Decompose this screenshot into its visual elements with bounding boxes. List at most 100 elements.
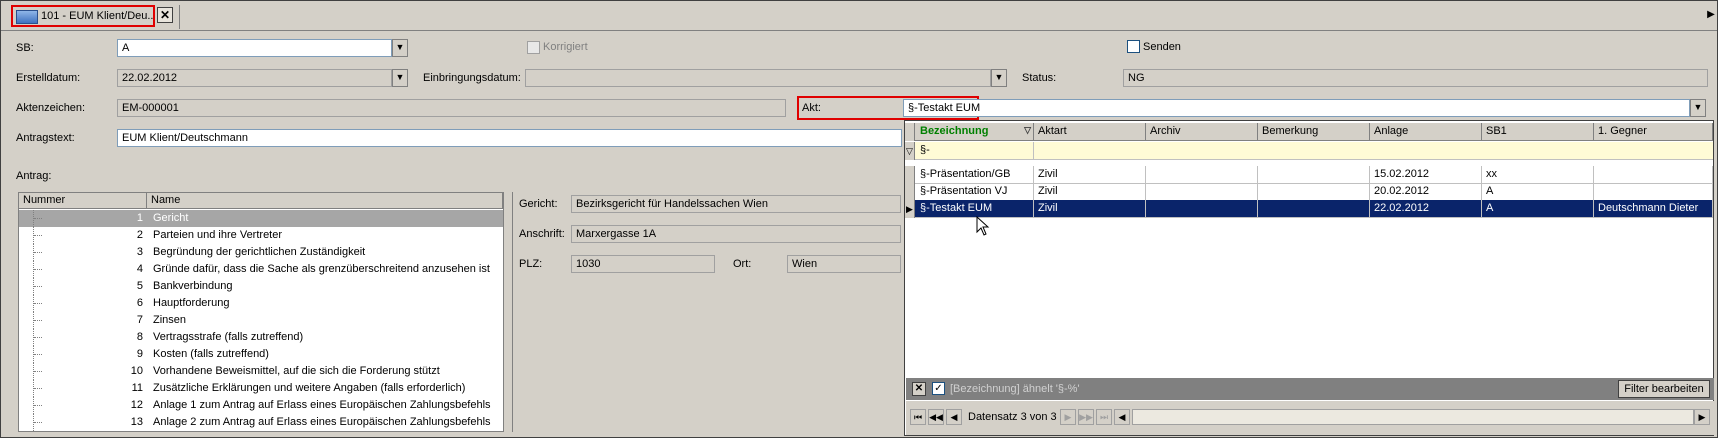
filter-bar: ✕ ✓ [Bezeichnung] ähnelt '§-%' Filter be… [906, 378, 1714, 400]
cell-bemerkung [1258, 166, 1370, 184]
einbringungsdatum-field[interactable] [525, 69, 991, 87]
korrigiert-label: Korrigiert [543, 41, 588, 53]
first-record-icon[interactable]: ⏮ [910, 409, 926, 425]
filter-cell[interactable]: §- [916, 142, 1034, 160]
row-selector-header [905, 123, 915, 141]
prev-record-icon[interactable]: ◀ [946, 409, 962, 425]
scroll-right-icon[interactable]: ▶ [1694, 409, 1710, 425]
cell-gegner: Deutschmann Dieter [1594, 200, 1713, 218]
col-bemerkung[interactable]: Bemerkung [1258, 123, 1370, 141]
tree-row-number: 2 [136, 229, 143, 241]
cell-bemerkung [1258, 183, 1370, 201]
grid-row[interactable]: §-Präsentation VJ Zivil 20.02.2012 A [905, 183, 1713, 201]
tab-strip: 101 - EUM Klient/Deu... ✕ ▶ [1, 1, 1717, 31]
tree-row-number: 4 [136, 263, 143, 275]
row-selector[interactable] [905, 183, 915, 201]
chevron-down-icon[interactable]: ▼ [392, 69, 408, 87]
status-field: NG [1123, 69, 1708, 87]
cell-bezeichnung: §-Präsentation/GB [916, 166, 1034, 184]
close-icon[interactable]: ✕ [157, 7, 173, 23]
scroll-right-icon[interactable]: ▶ [1705, 9, 1717, 23]
tree-row[interactable]: 7 Zinsen [19, 312, 503, 329]
tree-row-number: 12 [130, 399, 143, 411]
tree-row[interactable]: 10 Vorhandene Beweismittel, auf die sich … [19, 363, 503, 380]
tree-row-name: Kosten (falls zutreffend) [153, 348, 269, 360]
row-selector[interactable] [905, 166, 915, 184]
tree-row[interactable]: 3 Begründung der gerichtlichen Zuständigk… [19, 244, 503, 261]
korrigiert-checkbox[interactable] [527, 41, 540, 54]
last-record-icon[interactable]: ⏭ [1096, 409, 1112, 425]
tree-row[interactable]: 12 Anlage 1 zum Antrag auf Erlass eines E… [19, 397, 503, 414]
ort-field[interactable]: Wien [787, 255, 901, 273]
filter-icon[interactable]: ▽ [1024, 125, 1031, 136]
tree-row[interactable]: 9 Kosten (falls zutreffend) [19, 346, 503, 363]
tree-row[interactable]: 1 Gericht [19, 210, 503, 227]
erstelldatum-field[interactable]: 22.02.2012 [117, 69, 392, 87]
current-row-icon[interactable]: ▶ [905, 200, 915, 218]
plz-field[interactable]: 1030 [571, 255, 715, 273]
tree-row-number: 10 [130, 365, 143, 377]
prev-page-icon[interactable]: ◀◀ [928, 409, 944, 425]
col-archiv[interactable]: Archiv [1146, 123, 1258, 141]
cell-bezeichnung: §-Testakt EUM [916, 200, 1034, 218]
sb-combo[interactable]: A [117, 39, 392, 57]
tree-row[interactable]: 11 Zusätzliche Erklärungen und weitere An… [19, 380, 503, 397]
antragstext-field[interactable]: EUM Klient/Deutschmann [117, 129, 902, 147]
tree-row-name: Vorhandene Beweismittel, auf die sich di… [153, 365, 440, 377]
status-label: Status: [1022, 72, 1057, 84]
senden-label: Senden [1143, 41, 1181, 53]
tree-row-name: Zusätzliche Erklärungen und weitere Anga… [153, 382, 466, 394]
document-icon [16, 10, 38, 24]
mouse-cursor-icon [976, 215, 990, 236]
chevron-down-icon[interactable]: ▼ [392, 39, 408, 57]
filter-enabled-checkbox[interactable]: ✓ [932, 382, 945, 395]
gericht-field[interactable]: Bezirksgericht für Handelssachen Wien [571, 195, 901, 213]
tree-row[interactable]: 6 Hauptforderung [19, 295, 503, 312]
grid-filter-row[interactable]: ▽ §- [905, 142, 1713, 160]
tree-row[interactable]: 13 Anlage 2 zum Antrag auf Erlass eines E… [19, 414, 503, 431]
erstelldatum-label: Erstelldatum: [16, 72, 81, 84]
tree-row-name: Vertragsstrafe (falls zutreffend) [153, 331, 304, 343]
gericht-label: Gericht: [519, 198, 558, 210]
col-sb1[interactable]: SB1 [1482, 123, 1594, 141]
tab-eum-klient[interactable]: 101 - EUM Klient/Deu... [11, 5, 155, 27]
tree-row[interactable]: 2 Parteien und ihre Vertreter [19, 227, 503, 244]
cell-archiv [1146, 166, 1258, 184]
grid-row[interactable]: §-Präsentation/GB Zivil 15.02.2012 xx [905, 166, 1713, 184]
tree-row-name: Bankverbindung [153, 280, 233, 292]
scroll-left-icon[interactable]: ◀ [1114, 409, 1130, 425]
horizontal-scrollbar[interactable] [1132, 409, 1694, 425]
tree-row-name: Hauptforderung [153, 297, 230, 309]
next-page-icon[interactable]: ▶▶ [1078, 409, 1094, 425]
aktenzeichen-field: EM-000001 [117, 99, 786, 117]
antragstext-label: Antragstext: [16, 132, 75, 144]
ort-label: Ort: [733, 258, 752, 270]
senden-checkbox[interactable] [1127, 40, 1140, 53]
tree-row[interactable]: 8 Vertragsstrafe (falls zutreffend) [19, 329, 503, 346]
col-name[interactable]: Name [147, 193, 503, 209]
tree-row-number: 11 [131, 382, 143, 394]
detail-panel: Gericht: Bezirksgericht für Handelssache… [512, 192, 901, 432]
antrag-tree[interactable]: Nummer Name 1 Gericht 2 Parteien und ihre V… [18, 192, 504, 432]
col-bezeichnung[interactable]: Bezeichnung ▽ [916, 123, 1034, 141]
tree-row[interactable]: 5 Bankverbindung [19, 278, 503, 295]
col-anlage[interactable]: Anlage [1370, 123, 1482, 141]
tree-row[interactable]: 4 Gründe dafür, dass die Sache als grenzü… [19, 261, 503, 278]
cell-bezeichnung: §-Präsentation VJ [916, 183, 1034, 201]
anschrift-label: Anschrift: [519, 228, 565, 240]
einbringungsdatum-label: Einbringungsdatum: [423, 72, 521, 84]
col-nummer[interactable]: Nummer [19, 193, 147, 209]
cell-aktart: Zivil [1034, 200, 1146, 218]
cell-aktart: Zivil [1034, 166, 1146, 184]
grid-row[interactable]: ▶ §-Testakt EUM Zivil 22.02.2012 A Deutschman… [905, 200, 1713, 218]
close-filter-icon[interactable]: ✕ [912, 382, 926, 396]
next-record-icon[interactable]: ▶ [1060, 409, 1076, 425]
akt-combo[interactable]: §-Testakt EUM [903, 99, 1690, 117]
anschrift-field[interactable]: Marxergasse 1A [571, 225, 901, 243]
akt-dropdown-grid[interactable]: Bezeichnung ▽ Aktart Archiv Bemerkung Anl… [904, 120, 1714, 436]
chevron-down-icon[interactable]: ▼ [1690, 99, 1706, 117]
col-gegner[interactable]: 1. Gegner [1594, 123, 1713, 141]
chevron-down-icon[interactable]: ▼ [991, 69, 1007, 87]
col-aktart[interactable]: Aktart [1034, 123, 1146, 141]
filter-edit-button[interactable]: Filter bearbeiten [1618, 380, 1710, 398]
